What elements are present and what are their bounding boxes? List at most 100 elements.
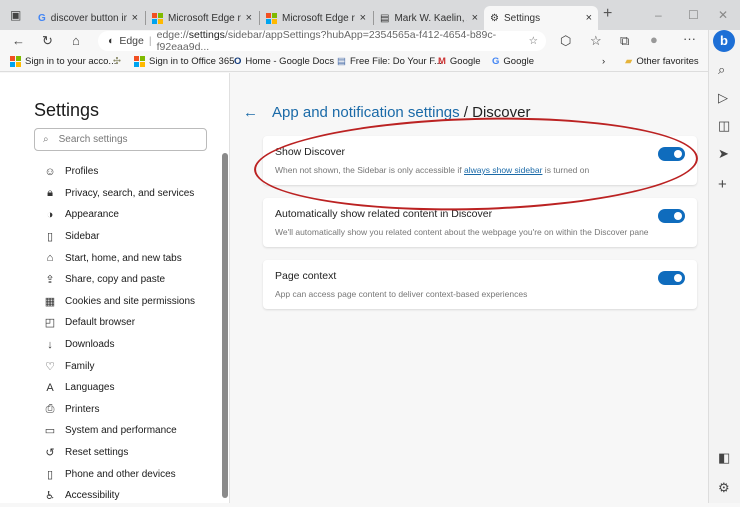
sidebar-item-label: Profiles — [65, 166, 99, 178]
breadcrumb-parent[interactable]: App and notification settings — [272, 104, 460, 121]
favorite-item[interactable]: M Google — [438, 56, 481, 67]
sidebar-item-label: Cookies and site permissions — [65, 295, 196, 307]
chevron-right-icon[interactable]: › — [602, 56, 605, 67]
new-tab-button[interactable]: + — [603, 5, 612, 23]
tab-4[interactable]: ▤Mark W. Kaelin, Au× — [374, 6, 484, 30]
tab-settings[interactable]: ⚙ Settings × — [484, 6, 598, 30]
collections-icon[interactable]: ⧉ — [620, 33, 629, 49]
gear-icon[interactable]: ⚙ — [718, 480, 730, 496]
sidebar-item-accessibility[interactable]: ♿︎ Accessibility — [44, 485, 195, 507]
close-icon[interactable]: × — [472, 12, 478, 24]
sidebar-item-printers[interactable]: ⎙ Printers — [44, 399, 195, 421]
sidebar-item-languages[interactable]: A Languages — [44, 377, 195, 399]
page-icon: ▤ — [380, 12, 390, 24]
microsoft-icon — [134, 56, 145, 67]
browser-icon: ◰ — [44, 317, 56, 330]
show-discover-toggle[interactable] — [658, 147, 685, 161]
sidebar-item-reset-settings[interactable]: ↺ Reset settings — [44, 442, 195, 464]
more-icon[interactable]: ··· — [683, 31, 696, 46]
breadcrumb-current: Discover — [472, 104, 531, 121]
microsoft-icon — [10, 56, 21, 67]
back-arrow-icon[interactable]: ← — [243, 104, 258, 121]
add-favorite-icon[interactable]: ☆ — [529, 35, 538, 47]
tab-actions-icon[interactable]: ▣ — [10, 8, 21, 22]
auto-related-content-toggle[interactable] — [658, 209, 685, 223]
profile-icon[interactable]: ● — [650, 32, 658, 47]
microsoft-icon — [266, 12, 277, 24]
tab-1[interactable]: Gdiscover button in × — [32, 6, 144, 30]
favorite-icon: ✣ — [113, 56, 121, 67]
page-context-toggle[interactable] — [658, 271, 685, 285]
bing-icon[interactable]: b — [713, 30, 735, 52]
sidebar-item-system-and-performance[interactable]: ▭ System and performance — [44, 420, 195, 442]
favorite-item[interactable]: Sign in to Office 365 — [134, 56, 234, 67]
download-icon: ↓ — [47, 338, 53, 351]
sidebar-item-share-copy-and-paste[interactable]: ⇪ Share, copy and paste — [44, 269, 195, 291]
favorites-icon[interactable]: ☆ — [590, 33, 602, 49]
page-context-card: Page context App can access page content… — [263, 260, 697, 309]
add-icon[interactable]: + — [718, 176, 727, 193]
sidebar-item-privacy-search-and-services[interactable]: 🔒︎ Privacy, search, and services — [44, 183, 195, 205]
back-icon[interactable]: ← — [12, 33, 25, 48]
always-show-sidebar-link[interactable]: always show sidebar — [464, 165, 542, 175]
sidebar-item-start-home-and-new-tabs[interactable]: ⌂ Start, home, and new tabs — [44, 247, 195, 269]
sidebar-item-label: Downloads — [65, 339, 115, 351]
settings-title: Settings — [34, 100, 100, 120]
sidebar-item-label: Accessibility — [65, 490, 120, 502]
accessibility-icon: ♿︎ — [45, 490, 55, 503]
close-icon[interactable]: × — [246, 12, 252, 24]
other-favorites[interactable]: ▰ Other favorites — [625, 56, 699, 67]
sidebar-item-downloads[interactable]: ↓ Downloads — [44, 334, 195, 356]
tab-bar: ▣ Gdiscover button in× Microsoft Edge re… — [0, 0, 740, 30]
sidebar-toggle-icon[interactable]: ◧ — [718, 450, 730, 466]
favorite-item[interactable]: G Google — [492, 56, 534, 67]
sidebar-item-sidebar[interactable]: ▯ Sidebar — [44, 226, 195, 248]
sidebar-item-label: Start, home, and new tabs — [65, 252, 182, 264]
shopping-icon[interactable]: ▷ — [718, 90, 728, 106]
search-input[interactable]: ⌕ Search settings — [34, 128, 207, 151]
sidebar-item-cookies-and-site-permissions[interactable]: ▦ Cookies and site permissions — [44, 291, 195, 313]
close-window-button[interactable]: ✕ — [718, 8, 728, 22]
docs-icon: O — [234, 56, 242, 67]
refresh-icon[interactable]: ↻ — [42, 33, 53, 49]
search-icon[interactable]: ⌕ — [718, 62, 725, 78]
sidebar-item-label: System and performance — [65, 425, 177, 437]
maximize-button[interactable]: ☐ — [688, 8, 699, 22]
scrollbar[interactable] — [222, 153, 228, 498]
close-icon[interactable]: × — [586, 12, 592, 24]
sidebar-item-label: Reset settings — [65, 447, 129, 459]
edge-sidebar: b ⌕ ▷ ◫ ➤ + ◧ ⚙ — [708, 30, 740, 503]
outlook-icon[interactable]: ◫ — [718, 118, 730, 134]
language-icon: A — [46, 381, 54, 394]
home-icon[interactable]: ⌂ — [72, 33, 80, 48]
favorite-item[interactable]: Sign in to your acco... — [10, 56, 116, 67]
settings-nav-pane: Settings ⌕ Search settings ☺ Profiles 🔒︎ Pri… — [0, 73, 230, 503]
favorite-item[interactable]: ▤ Free File: Do Your F... — [337, 56, 442, 67]
toolbar: ← ↻ ⌂ ◐ Edge | edge://settings/sidebar/ap… — [0, 29, 708, 53]
sidebar-item-label: Privacy, search, and services — [65, 187, 195, 199]
tab-3[interactable]: Microsoft Edge rele× — [260, 6, 372, 30]
tab-2[interactable]: Microsoft Edge rele× — [146, 6, 258, 30]
send-icon[interactable]: ➤ — [718, 146, 729, 162]
sidebar-item-profiles[interactable]: ☺ Profiles — [44, 161, 195, 183]
favorite-item[interactable]: ✣ — [113, 56, 121, 67]
google-icon: G — [492, 56, 500, 67]
sidebar-item-family[interactable]: ♡ Family — [44, 355, 195, 377]
sidebar-item-label: Appearance — [65, 209, 119, 221]
sidebar-item-default-browser[interactable]: ◰ Default browser — [44, 312, 195, 334]
favorite-item[interactable]: O Home - Google Docs — [234, 56, 334, 67]
main-content: ← App and notification settings / Discov… — [231, 73, 708, 503]
printer-icon: ⎙ — [45, 402, 55, 415]
google-icon: G — [38, 12, 46, 24]
page-icon: ▤ — [337, 56, 346, 67]
extensions-icon[interactable]: ⬡ — [560, 33, 571, 49]
close-icon[interactable]: × — [132, 12, 138, 24]
home-icon: ⌂ — [46, 252, 54, 265]
close-icon[interactable]: × — [360, 12, 366, 24]
show-discover-card: Show Discover When not shown, the Sideba… — [263, 136, 697, 185]
reset-icon: ↺ — [45, 447, 55, 460]
address-bar[interactable]: ◐ Edge | edge://settings/sidebar/appSetti… — [98, 29, 546, 53]
minimize-button[interactable]: – — [655, 8, 662, 22]
sidebar-item-phone-and-other-devices[interactable]: ▯ Phone and other devices — [44, 463, 195, 485]
sidebar-item-appearance[interactable]: ◑ Appearance — [44, 204, 195, 226]
